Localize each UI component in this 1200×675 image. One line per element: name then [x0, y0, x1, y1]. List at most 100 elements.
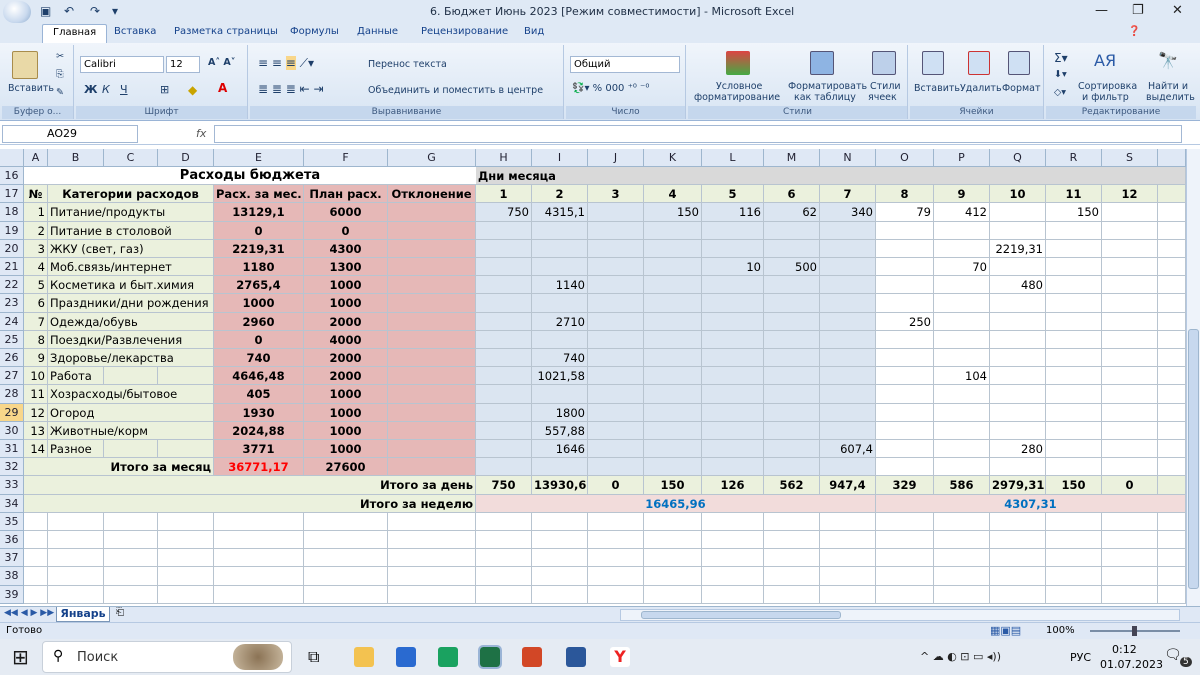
- deviation-cell[interactable]: [388, 312, 476, 331]
- deviation-cell[interactable]: [388, 258, 476, 277]
- day-cell[interactable]: [588, 221, 644, 240]
- cell[interactable]: [104, 567, 158, 586]
- column-header-p[interactable]: P: [934, 149, 990, 167]
- row-header[interactable]: 27: [0, 367, 24, 386]
- vertical-scrollbar[interactable]: [1186, 149, 1200, 606]
- day-cell[interactable]: 750: [476, 203, 532, 222]
- cell[interactable]: [644, 512, 702, 531]
- cell[interactable]: [1158, 440, 1186, 459]
- day-cell[interactable]: 557,88: [532, 421, 588, 440]
- day-cell[interactable]: [644, 239, 702, 258]
- day-cell[interactable]: 280: [990, 440, 1046, 459]
- day-cell[interactable]: [588, 276, 644, 295]
- name-box[interactable]: AO29: [2, 125, 138, 143]
- day-cell[interactable]: [644, 312, 702, 331]
- day-cell[interactable]: [644, 221, 702, 240]
- cell[interactable]: [764, 512, 820, 531]
- daily-total-m[interactable]: 562: [764, 476, 820, 495]
- plan-value[interactable]: 1300: [304, 258, 388, 277]
- cell[interactable]: [1046, 567, 1102, 586]
- currency-icon[interactable]: 💱▾ % 000 ⁺⁰ ⁻⁰: [572, 83, 649, 94]
- redo-icon[interactable]: ↷: [90, 4, 100, 18]
- day-cell[interactable]: [1046, 330, 1102, 349]
- day-header-j[interactable]: 3: [588, 185, 644, 204]
- day-cell[interactable]: [644, 403, 702, 422]
- deviation-cell[interactable]: [388, 330, 476, 349]
- category-number[interactable]: 7: [24, 312, 48, 331]
- row-header[interactable]: 19: [0, 221, 24, 240]
- cell[interactable]: [644, 531, 702, 550]
- day-cell[interactable]: [476, 367, 532, 386]
- cell[interactable]: [1102, 531, 1158, 550]
- plan-value[interactable]: 0: [304, 221, 388, 240]
- clear-icon[interactable]: ◇▾: [1054, 87, 1066, 98]
- cell[interactable]: [388, 531, 476, 550]
- column-header-n[interactable]: N: [820, 149, 876, 167]
- column-header-k[interactable]: K: [644, 149, 702, 167]
- day-cell[interactable]: [1046, 239, 1102, 258]
- column-header-a[interactable]: A: [24, 149, 48, 167]
- spent-value[interactable]: 3771: [214, 440, 304, 459]
- align-left-icon[interactable]: ≣ ≣ ≣ ⇤ ⇥: [258, 82, 324, 96]
- cell[interactable]: [644, 549, 702, 568]
- cell[interactable]: [532, 549, 588, 568]
- cell[interactable]: [1158, 258, 1186, 277]
- day-cell[interactable]: [644, 276, 702, 295]
- spent-header[interactable]: Расх. за мес.: [214, 185, 304, 204]
- day-cell[interactable]: [702, 221, 764, 240]
- cell[interactable]: [1158, 294, 1186, 313]
- cell[interactable]: [702, 531, 764, 550]
- plan-value[interactable]: 1000: [304, 440, 388, 459]
- day-cell[interactable]: [934, 458, 990, 477]
- formula-input[interactable]: [214, 125, 1182, 143]
- spent-value[interactable]: 13129,1: [214, 203, 304, 222]
- day-cell[interactable]: 10: [702, 258, 764, 277]
- day-cell[interactable]: [990, 330, 1046, 349]
- row-header[interactable]: 37: [0, 549, 24, 568]
- spent-value[interactable]: 1000: [214, 294, 304, 313]
- day-cell[interactable]: [934, 294, 990, 313]
- cell[interactable]: [158, 585, 214, 604]
- cell[interactable]: [1158, 312, 1186, 331]
- deviation-header[interactable]: Отклонение: [388, 185, 476, 204]
- daily-total-h[interactable]: 750: [476, 476, 532, 495]
- cell[interactable]: [820, 512, 876, 531]
- day-cell[interactable]: [764, 421, 820, 440]
- autosum-icon[interactable]: Σ▾: [1054, 51, 1068, 65]
- day-cell[interactable]: [476, 258, 532, 277]
- day-cell[interactable]: [588, 403, 644, 422]
- tab-page-layout[interactable]: Разметка страницы: [174, 26, 278, 37]
- cut-icon[interactable]: ✂: [56, 51, 64, 62]
- day-cell[interactable]: [820, 385, 876, 404]
- cell[interactable]: [990, 512, 1046, 531]
- deviation-cell[interactable]: [388, 440, 476, 459]
- cell[interactable]: [588, 585, 644, 604]
- category-name[interactable]: Хозрасходы/бытовое: [48, 385, 214, 404]
- merge-center-button[interactable]: Объединить и поместить в центре: [368, 85, 543, 96]
- day-cell[interactable]: [1102, 330, 1158, 349]
- day-cell[interactable]: [934, 312, 990, 331]
- windows-start-icon[interactable]: ⊞: [12, 645, 29, 669]
- cell[interactable]: [214, 549, 304, 568]
- insert-function-icon[interactable]: fx: [196, 127, 206, 140]
- cell[interactable]: [158, 549, 214, 568]
- category-number[interactable]: 10: [24, 367, 48, 386]
- cell[interactable]: [820, 531, 876, 550]
- day-cell[interactable]: [588, 385, 644, 404]
- insert-cells-button[interactable]: Вставить: [914, 83, 960, 94]
- cell[interactable]: [1158, 203, 1186, 222]
- keyboard-language[interactable]: РУС: [1070, 651, 1091, 664]
- day-cell[interactable]: [588, 458, 644, 477]
- deviation-cell[interactable]: [388, 221, 476, 240]
- daily-total-k[interactable]: 150: [644, 476, 702, 495]
- row-header[interactable]: 16: [0, 167, 24, 186]
- cell[interactable]: [1158, 403, 1186, 422]
- cell[interactable]: [1158, 585, 1186, 604]
- day-cell[interactable]: [876, 294, 934, 313]
- day-cell[interactable]: [876, 330, 934, 349]
- day-cell[interactable]: [1102, 367, 1158, 386]
- day-cell[interactable]: [876, 403, 934, 422]
- day-cell[interactable]: [876, 440, 934, 459]
- cell[interactable]: [764, 567, 820, 586]
- day-cell[interactable]: [476, 403, 532, 422]
